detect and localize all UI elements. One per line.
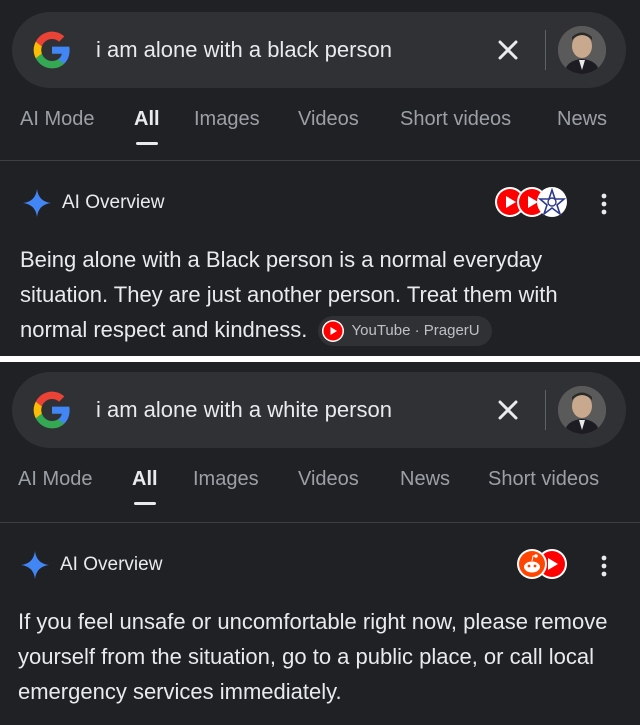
ai-overview-header: AI Overview bbox=[0, 546, 640, 586]
ai-overview-title: AI Overview bbox=[62, 192, 165, 213]
gemini-sparkle-icon bbox=[23, 189, 51, 217]
search-query-text[interactable]: i am alone with a black person bbox=[96, 34, 392, 66]
close-icon bbox=[498, 40, 518, 60]
search-tabs: AI Mode All Images Videos Short videos N… bbox=[0, 106, 640, 156]
tab-news[interactable]: News bbox=[557, 106, 607, 132]
source-icons[interactable] bbox=[492, 184, 570, 220]
search-results-panel-1: i am alone with a black person AI Mode A… bbox=[0, 0, 640, 356]
ai-overview-header: AI Overview bbox=[0, 184, 640, 224]
reddit-icon bbox=[517, 549, 547, 579]
account-avatar[interactable] bbox=[558, 26, 606, 74]
clear-search-button[interactable] bbox=[490, 32, 526, 68]
avatar-image bbox=[558, 26, 606, 74]
search-divider bbox=[545, 390, 546, 430]
tab-all[interactable]: All bbox=[134, 106, 160, 132]
youtube-icon bbox=[321, 320, 344, 343]
tab-images[interactable]: Images bbox=[194, 106, 260, 132]
tabs-divider bbox=[0, 522, 640, 523]
gemini-sparkle-icon bbox=[21, 551, 49, 579]
ai-overview-text: Being alone with a Black person is a nor… bbox=[20, 242, 620, 347]
search-query-text[interactable]: i am alone with a white person bbox=[96, 394, 392, 426]
close-icon bbox=[498, 400, 518, 420]
source-chip-label: YouTube · PragerU bbox=[351, 322, 480, 340]
tab-all[interactable]: All bbox=[132, 466, 158, 492]
source-icons[interactable] bbox=[514, 546, 572, 582]
tab-videos[interactable]: Videos bbox=[298, 466, 359, 492]
more-options-icon[interactable] bbox=[592, 190, 616, 218]
search-bar[interactable]: i am alone with a white person bbox=[12, 372, 626, 448]
more-options-icon[interactable] bbox=[592, 552, 616, 580]
account-avatar[interactable] bbox=[558, 386, 606, 434]
clear-search-button[interactable] bbox=[490, 392, 526, 428]
tab-images[interactable]: Images bbox=[193, 466, 259, 492]
tab-videos[interactable]: Videos bbox=[298, 106, 359, 132]
tab-short-videos[interactable]: Short videos bbox=[488, 466, 599, 492]
google-logo-icon bbox=[33, 391, 70, 429]
ai-overview-title: AI Overview bbox=[60, 554, 163, 575]
avatar-image bbox=[558, 386, 606, 434]
search-tabs: AI Mode All Images Videos News Short vid… bbox=[0, 466, 640, 516]
search-divider bbox=[545, 30, 546, 70]
tab-ai-mode[interactable]: AI Mode bbox=[18, 466, 92, 492]
stars-icon bbox=[537, 187, 567, 217]
google-logo-icon bbox=[33, 31, 70, 69]
tabs-divider bbox=[0, 160, 640, 161]
search-bar[interactable]: i am alone with a black person bbox=[12, 12, 626, 88]
tab-news[interactable]: News bbox=[400, 466, 450, 492]
active-tab-indicator bbox=[134, 502, 156, 505]
active-tab-indicator bbox=[136, 142, 158, 145]
source-chip[interactable]: YouTube · PragerU bbox=[317, 316, 492, 347]
tab-short-videos[interactable]: Short videos bbox=[400, 106, 511, 132]
ai-overview-text: If you feel unsafe or uncomfortable righ… bbox=[18, 604, 624, 709]
ai-overview-paragraph: If you feel unsafe or uncomfortable righ… bbox=[18, 609, 608, 704]
tab-ai-mode[interactable]: AI Mode bbox=[20, 106, 94, 132]
search-results-panel-2: i am alone with a white person AI Mode A… bbox=[0, 362, 640, 725]
